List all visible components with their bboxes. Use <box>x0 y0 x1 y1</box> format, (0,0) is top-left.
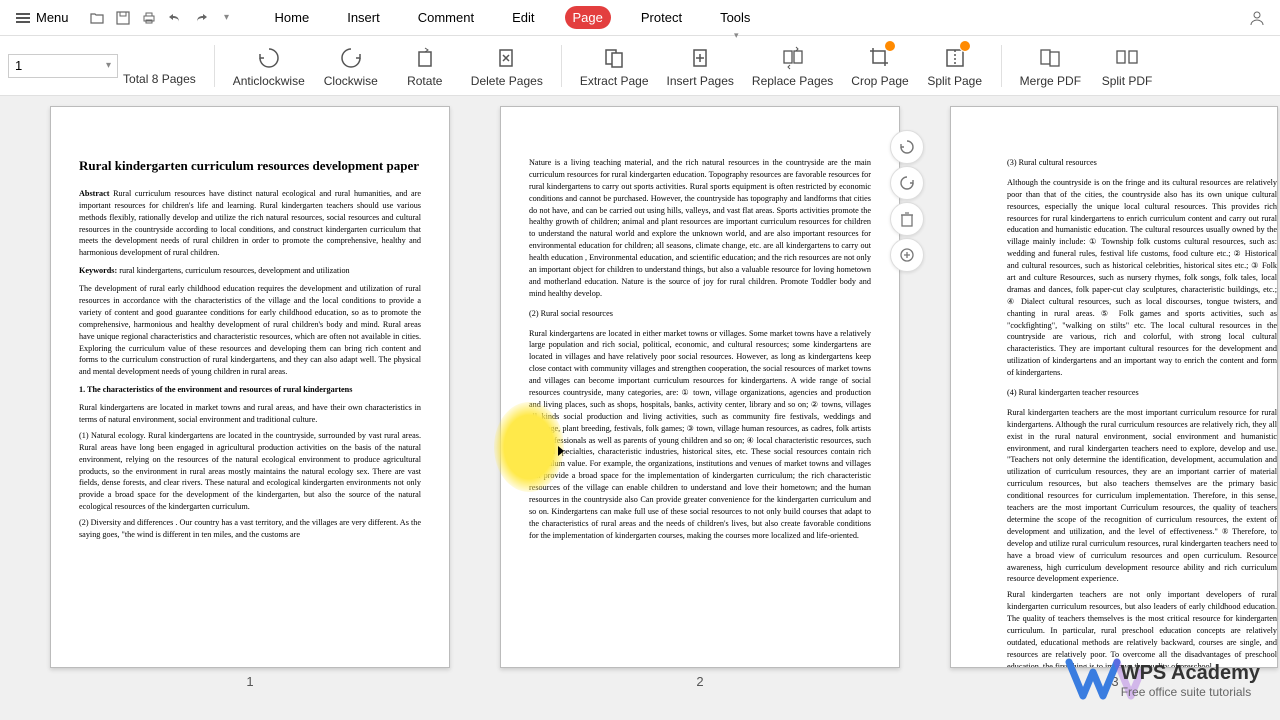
tab-page[interactable]: Page <box>565 6 611 29</box>
tab-edit[interactable]: Edit <box>504 6 542 29</box>
delete-pages-button[interactable]: Delete Pages <box>471 44 543 88</box>
tab-comment[interactable]: Comment <box>410 6 482 29</box>
split-page-button[interactable]: Split Page <box>927 44 983 88</box>
replace-pages-icon <box>779 44 807 72</box>
wps-academy-watermark: WPS Academy Free office suite tutorials <box>1065 658 1260 702</box>
page-number-input[interactable] <box>8 54 118 78</box>
cursor-icon <box>558 446 564 456</box>
page-thumbnail-1[interactable]: Rural kindergarten curriculum resources … <box>50 106 450 720</box>
crop-page-button[interactable]: Crop Page <box>851 44 908 88</box>
page-add-button[interactable] <box>890 238 924 272</box>
clockwise-icon <box>337 44 365 72</box>
print-icon[interactable] <box>141 10 157 26</box>
page-content: Rural kindergarten curriculum resources … <box>50 106 450 668</box>
page-number-dropdown-icon[interactable]: ▾ <box>106 60 111 71</box>
delete-pages-icon <box>493 44 521 72</box>
qat-dropdown-icon[interactable]: ▾ <box>219 10 235 26</box>
page-delete-button[interactable] <box>890 202 924 236</box>
anticlockwise-icon <box>255 44 283 72</box>
page-number-label: 2 <box>500 674 900 689</box>
tab-protect[interactable]: Protect <box>633 6 690 29</box>
redo-icon[interactable] <box>193 10 209 26</box>
rotate-icon <box>411 44 439 72</box>
merge-pdf-button[interactable]: Merge PDF <box>1020 44 1081 88</box>
tab-tools[interactable]: Tools <box>712 6 758 29</box>
page-number-label: 1 <box>50 674 450 689</box>
wps-logo-icon <box>1065 658 1109 702</box>
page-thumbnail-3[interactable]: (3) Rural cultural resources Although th… <box>950 106 1280 720</box>
replace-pages-button[interactable]: Replace Pages <box>752 44 833 88</box>
save-icon[interactable] <box>115 10 131 26</box>
total-pages-label: Total 8 Pages <box>123 72 196 86</box>
page-rotate-cw-button[interactable] <box>890 166 924 200</box>
clockwise-button[interactable]: Clockwise <box>323 44 379 88</box>
page-content: Nature is a living teaching material, an… <box>500 106 900 668</box>
academy-title: WPS Academy <box>1121 662 1260 685</box>
rotate-button[interactable]: Rotate <box>397 44 453 88</box>
page-content: (3) Rural cultural resources Although th… <box>950 106 1278 668</box>
split-page-icon <box>941 44 969 72</box>
hamburger-icon <box>16 11 30 25</box>
menu-button[interactable]: Menu <box>8 6 77 29</box>
anticlockwise-button[interactable]: Anticlockwise <box>233 44 305 88</box>
insert-pages-icon <box>686 44 714 72</box>
page-thumbnail-2[interactable]: Nature is a living teaching material, an… <box>500 106 900 720</box>
merge-pdf-icon <box>1036 44 1064 72</box>
insert-pages-button[interactable]: Insert Pages▾ <box>667 44 734 88</box>
undo-icon[interactable] <box>167 10 183 26</box>
user-icon[interactable] <box>1248 9 1266 27</box>
split-pdf-button[interactable]: Split PDF <box>1099 44 1155 88</box>
doc-title: Rural kindergarten curriculum resources … <box>79 157 421 176</box>
split-pdf-icon <box>1113 44 1141 72</box>
menu-label: Menu <box>36 10 69 25</box>
open-icon[interactable] <box>89 10 105 26</box>
crop-page-icon <box>866 44 894 72</box>
academy-subtitle: Free office suite tutorials <box>1121 685 1260 699</box>
tab-home[interactable]: Home <box>267 6 318 29</box>
tab-insert[interactable]: Insert <box>339 6 388 29</box>
page-rotate-ccw-button[interactable] <box>890 130 924 164</box>
extract-page-icon <box>600 44 628 72</box>
extract-page-button[interactable]: Extract Page <box>580 44 649 88</box>
